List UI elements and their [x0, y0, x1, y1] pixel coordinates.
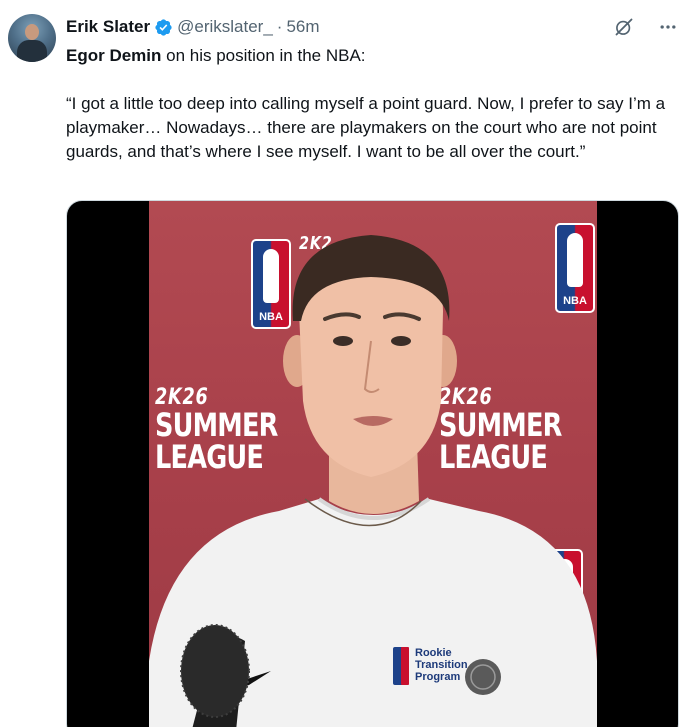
shirt-text-rookie: Rookie	[415, 647, 452, 659]
video-frame: NBA NBA NBA 2K2 2K26 SUMMER LEAGUE 2K26 …	[149, 201, 597, 727]
player-figure	[149, 235, 597, 727]
shirt-text-transition: Transition	[415, 659, 468, 671]
more-icon[interactable]	[657, 16, 679, 38]
shirt-program-text: Rookie Transition Program	[415, 647, 468, 683]
tweet-intro-line: Egor Demin on his position in the NBA:	[66, 44, 666, 68]
shirt-text-program: Program	[415, 671, 461, 683]
tweet-text: Egor Demin on his position in the NBA: “…	[66, 44, 666, 188]
tweet: Erik Slater @erikslater_ · 56m Egor Demi…	[0, 0, 693, 727]
author-display-name[interactable]: Erik Slater	[66, 17, 150, 37]
avatar-head	[25, 24, 39, 40]
tweet-quote: “I got a little too deep into calling my…	[66, 94, 666, 161]
tweet-actions-top	[613, 16, 679, 38]
separator-dot: ·	[276, 17, 283, 36]
author-handle[interactable]: @erikslater_	[177, 17, 273, 37]
subject-name: Egor Demin	[66, 46, 162, 65]
intro-rest: on his position in the NBA:	[161, 46, 366, 65]
author-avatar[interactable]	[8, 14, 56, 62]
grok-icon[interactable]	[613, 16, 635, 38]
avatar-body	[17, 40, 47, 62]
tweet-timestamp[interactable]: 56m	[286, 17, 319, 37]
tweet-video[interactable]: NBA NBA NBA 2K2 2K26 SUMMER LEAGUE 2K26 …	[66, 200, 679, 727]
verified-badge-icon	[155, 18, 172, 36]
tweet-header: Erik Slater @erikslater_ · 56m	[66, 16, 320, 38]
